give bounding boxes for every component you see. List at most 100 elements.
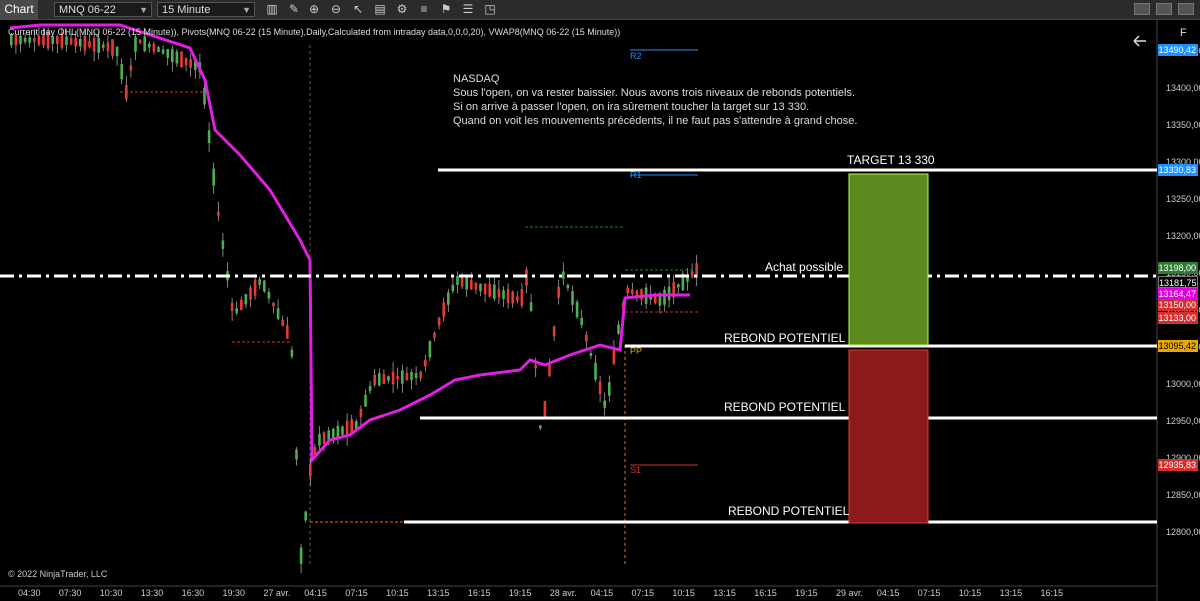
- s1-label: S1: [630, 465, 642, 475]
- candle: [244, 294, 248, 305]
- price-tag: 13095,42: [1158, 340, 1198, 352]
- candle: [171, 48, 174, 63]
- x-axis-label: 04:30: [18, 588, 41, 598]
- axis-top-label: F: [1180, 27, 1187, 39]
- r1-label: R1: [630, 170, 642, 180]
- candle: [263, 280, 266, 292]
- chart-tab[interactable]: Chart: [0, 0, 38, 19]
- target-label: TARGET 13 330: [847, 153, 935, 167]
- strategy-icon[interactable]: ⚙: [394, 2, 410, 17]
- properties-icon[interactable]: ↖: [350, 2, 366, 17]
- candle: [258, 279, 261, 285]
- copyright: © 2022 NinjaTrader, LLC: [8, 569, 108, 579]
- candle: [373, 374, 376, 386]
- y-axis-label: 13000,00: [1166, 379, 1200, 389]
- candle: [102, 44, 105, 48]
- x-axis-label: 07:15: [631, 588, 655, 598]
- close-icon[interactable]: [1178, 3, 1194, 15]
- candle: [557, 286, 560, 298]
- x-axis-label: 13:15: [713, 588, 736, 598]
- y-axis-label: 13250,00: [1166, 194, 1200, 204]
- candle: [589, 353, 593, 357]
- candle: [635, 290, 639, 296]
- chart-trader-icon[interactable]: ☰: [460, 2, 476, 17]
- toolbar: Chart MNQ 06-22 ▼ 15 Minute ▼ ▥ ✎ ⊕ ⊖ ↖ …: [0, 0, 1200, 20]
- data-box-icon[interactable]: ▤: [372, 2, 388, 17]
- candle: [580, 317, 583, 326]
- x-axis-label: 10:15: [386, 588, 409, 598]
- interval-value: 15 Minute: [162, 4, 211, 16]
- chart-area[interactable]: Current day OHL(MNQ 06-22 (15 Minute)), …: [0, 20, 1200, 601]
- candle: [465, 276, 468, 290]
- candle: [410, 371, 413, 381]
- x-axis-label: 19:30: [222, 588, 246, 598]
- zoom-out-icon[interactable]: ⊖: [328, 2, 344, 17]
- y-axis-label: 12850,00: [1166, 490, 1200, 500]
- chevron-down-icon: ▼: [242, 5, 251, 15]
- candle: [488, 283, 491, 297]
- candle: [575, 301, 579, 318]
- candle: [626, 287, 629, 294]
- x-axis-label: 07:30: [58, 588, 82, 598]
- candle: [359, 408, 363, 417]
- candle: [391, 371, 395, 385]
- y-axis-label: 12950,00: [1166, 416, 1200, 426]
- candle: [396, 375, 399, 379]
- instrument-value: MNQ 06-22: [59, 4, 116, 16]
- maximize-icon[interactable]: [1156, 3, 1172, 15]
- candle: [23, 37, 27, 43]
- candle: [148, 43, 151, 48]
- candle: [543, 400, 547, 418]
- candle: [566, 284, 570, 289]
- candle: [28, 37, 31, 43]
- candle: [249, 287, 252, 300]
- candle: [281, 319, 284, 326]
- x-axis-label: 07:15: [345, 588, 368, 598]
- instrument-select[interactable]: MNQ 06-22 ▼: [54, 2, 152, 17]
- x-axis-label: 10:15: [672, 588, 695, 598]
- bars-icon[interactable]: ▥: [264, 2, 280, 17]
- draw-icon[interactable]: ✎: [286, 2, 302, 17]
- candle: [230, 302, 234, 311]
- x-axis-label: 16:15: [754, 588, 777, 598]
- y-axis-label: 13350,00: [1166, 120, 1200, 130]
- ohl-lines-group: [120, 91, 698, 523]
- candle: [97, 37, 100, 53]
- candle: [447, 292, 450, 305]
- chevron-down-icon: ▼: [139, 5, 148, 15]
- candle: [134, 36, 137, 52]
- x-axis-label: 04:15: [876, 588, 900, 598]
- window-icon[interactable]: ◳: [482, 2, 498, 17]
- pp-label: PP: [630, 346, 643, 356]
- template-icon[interactable]: ⚑: [438, 2, 454, 17]
- candle: [115, 46, 119, 57]
- candle: [56, 36, 59, 44]
- candle: [378, 373, 381, 386]
- candle: [474, 282, 478, 290]
- minimize-icon[interactable]: [1134, 3, 1150, 15]
- x-axis-label: 19:15: [508, 588, 532, 598]
- y-axis-label: 13400,00: [1166, 83, 1200, 93]
- candle: [120, 64, 123, 80]
- indicator-icon[interactable]: ≡: [416, 2, 432, 17]
- candle: [428, 341, 432, 358]
- candle: [212, 168, 215, 186]
- candle: [166, 49, 169, 58]
- candle: [138, 39, 142, 44]
- candle: [235, 308, 238, 314]
- candle: [529, 302, 533, 311]
- candle: [451, 284, 455, 292]
- candle: [483, 283, 487, 295]
- zoom-in-icon[interactable]: ⊕: [306, 2, 322, 17]
- y-axis-label: 12800,00: [1166, 527, 1200, 537]
- candle: [290, 349, 294, 357]
- x-axis-label: 16:15: [467, 588, 491, 598]
- candle: [92, 37, 96, 52]
- candle: [207, 130, 211, 144]
- candle: [424, 359, 427, 367]
- candle: [617, 324, 620, 334]
- candle: [456, 275, 459, 285]
- candle: [506, 288, 510, 304]
- interval-select[interactable]: 15 Minute ▼: [157, 2, 255, 17]
- candle: [479, 283, 482, 292]
